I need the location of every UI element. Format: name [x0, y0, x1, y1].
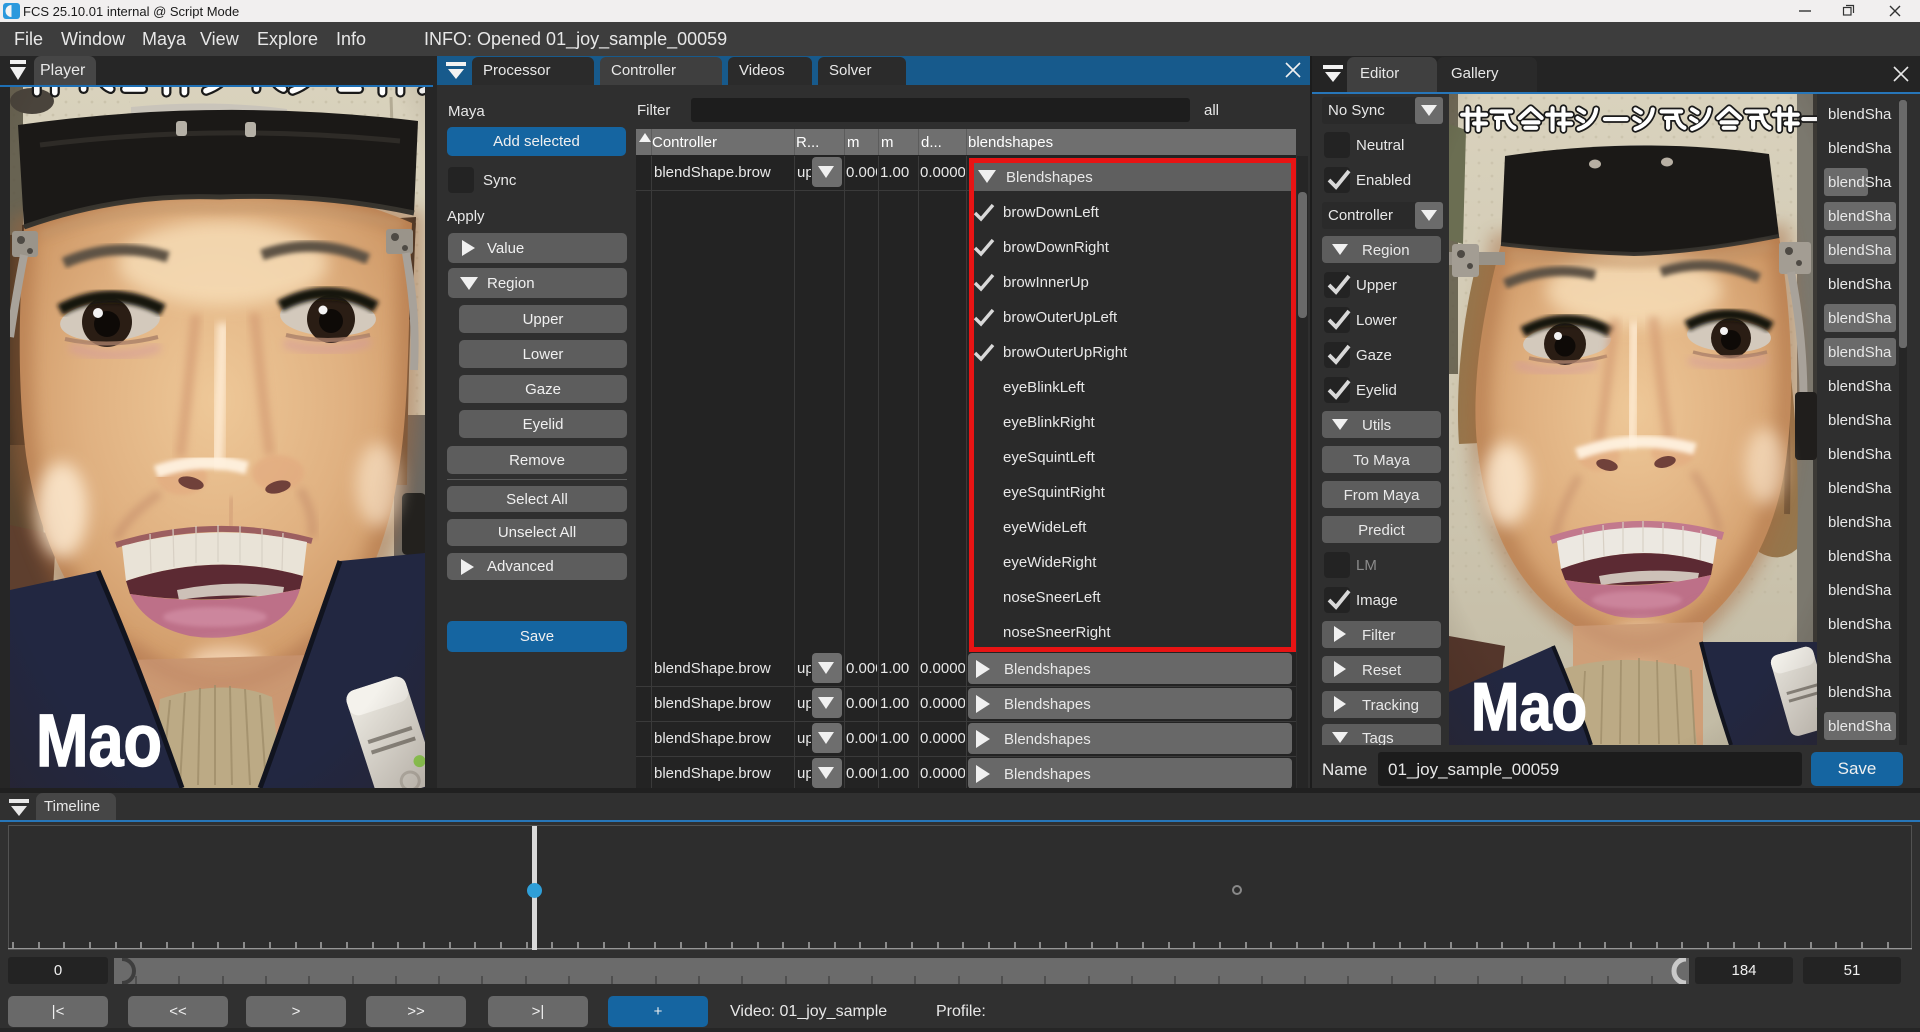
svg-text:Mao: Mao [1471, 669, 1587, 745]
svg-text:Mao: Mao [36, 699, 162, 782]
